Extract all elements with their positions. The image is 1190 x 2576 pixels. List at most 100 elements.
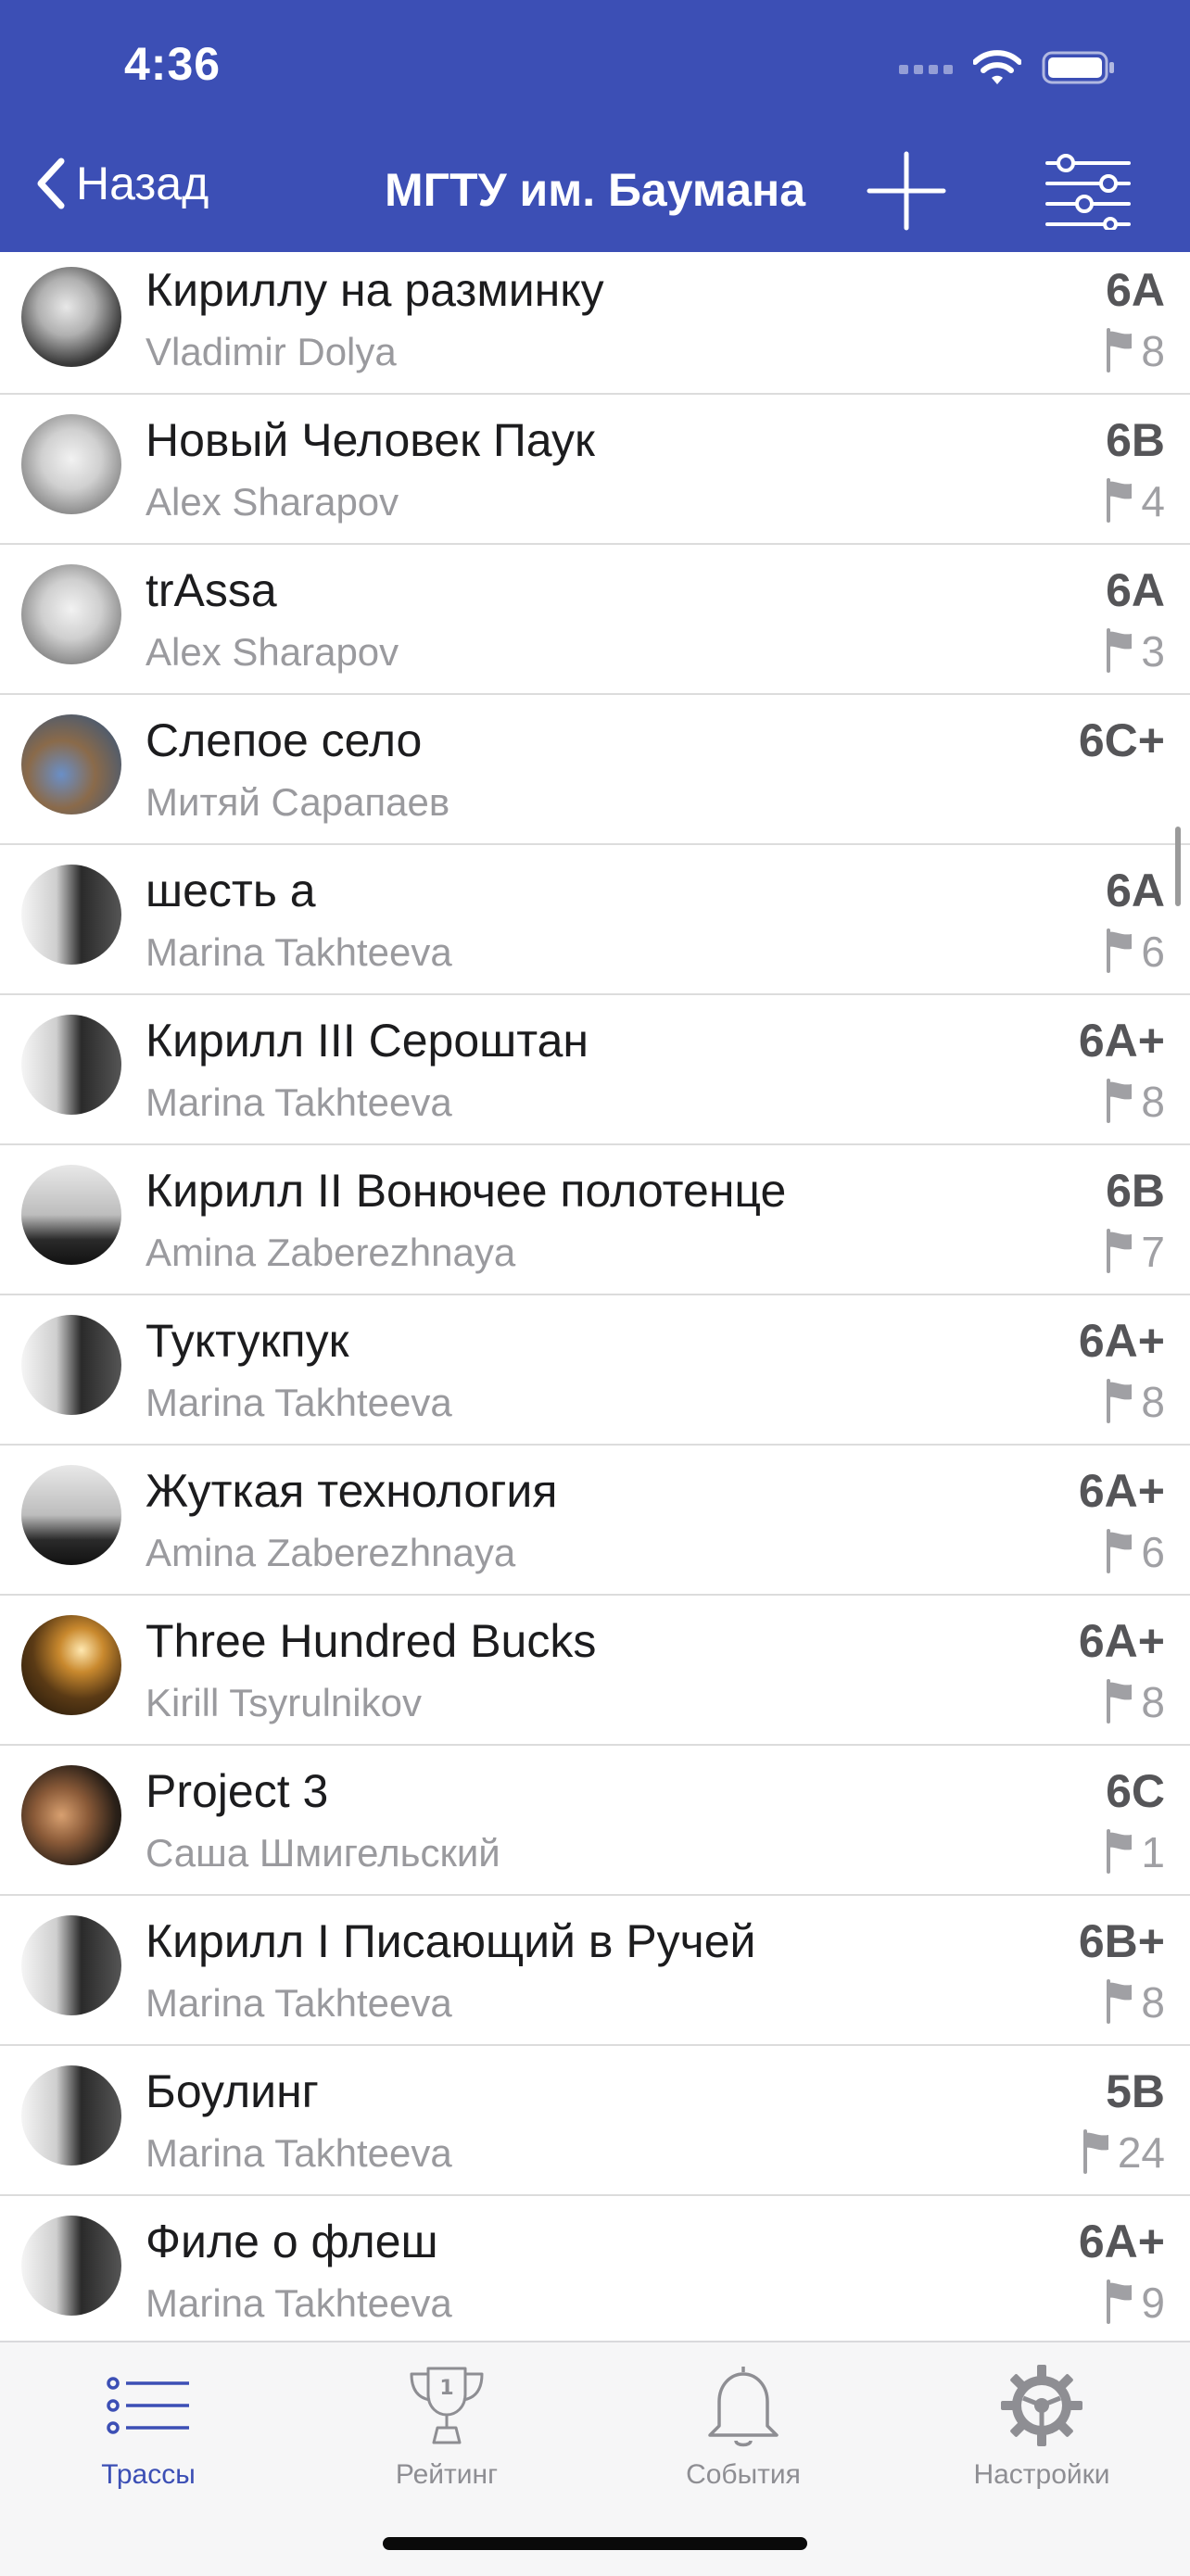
add-route-button[interactable] (866, 150, 947, 232)
route-grade: 6B (1106, 414, 1165, 466)
route-row[interactable]: Новый Человек Паук Alex Sharapov 6B 4 (0, 395, 1190, 545)
route-name: шесть а (146, 865, 316, 916)
author-avatar (21, 865, 121, 965)
route-author: Саша Шмигельский (146, 1831, 500, 1875)
back-button[interactable]: Назад (33, 156, 209, 211)
flag-count: 7 (1141, 1228, 1165, 1276)
tab-routes[interactable]: Трассы (37, 2361, 260, 2509)
author-avatar (21, 714, 121, 814)
tab-settings[interactable]: Настройки (930, 2361, 1153, 2509)
route-author: Митяй Сарапаев (146, 780, 450, 824)
flag-count: 8 (1141, 1978, 1165, 2027)
author-avatar (21, 2216, 121, 2316)
route-row[interactable]: Кирилл II Вонючее полотенце Amina Zabere… (0, 1145, 1190, 1295)
flag-count: 24 (1117, 2128, 1165, 2177)
author-avatar (21, 2065, 121, 2166)
flag-icon (1107, 478, 1133, 523)
author-avatar (21, 267, 121, 367)
route-author: Marina Takhteeva (146, 1080, 452, 1124)
route-name: Новый Человек Паук (146, 414, 595, 466)
flag-icon (1107, 2279, 1133, 2324)
route-row[interactable]: Боулинг Marina Takhteeva 5B 24 (0, 2046, 1190, 2196)
routes-list[interactable]: Кириллу на разминку Vladimir Dolya 6A 8 … (0, 252, 1190, 2341)
route-flags: 4 (1104, 478, 1165, 523)
back-label: Назад (76, 158, 209, 209)
scroll-indicator[interactable] (1175, 827, 1181, 906)
route-grade: 6B (1106, 1165, 1165, 1217)
route-row[interactable]: Three Hundred Bucks Kirill Tsyrulnikov 6… (0, 1596, 1190, 1746)
battery-icon (1042, 51, 1114, 84)
flag-count: 3 (1141, 627, 1165, 676)
tab-label: Настройки (973, 2459, 1110, 2490)
author-avatar (21, 1915, 121, 2015)
route-flags: 8 (1104, 328, 1165, 373)
chevron-left-icon (37, 158, 65, 209)
route-name: Кирилл III Сероштан (146, 1015, 589, 1067)
flag-count: 4 (1141, 477, 1165, 525)
trophy-icon: 1 (410, 2367, 484, 2444)
route-name: Слепое село (146, 714, 423, 766)
flag-icon (1107, 928, 1133, 973)
route-row[interactable]: Жуткая технология Amina Zaberezhnaya 6A+… (0, 1446, 1190, 1596)
route-name: Three Hundred Bucks (146, 1615, 597, 1667)
route-row[interactable]: Кирилл I Писающий в Ручей Marina Takhtee… (0, 1896, 1190, 2046)
flag-icon (1107, 628, 1133, 673)
route-author: Marina Takhteeva (146, 1981, 452, 2025)
route-author: Marina Takhteeva (146, 2131, 452, 2175)
wifi-icon (973, 50, 1021, 84)
filter-sliders-icon[interactable] (1044, 154, 1133, 230)
author-avatar (21, 1315, 121, 1415)
route-author: Marina Takhteeva (146, 2281, 452, 2325)
route-row[interactable]: Филе о флеш Marina Takhteeva 6A+ 9 (0, 2196, 1190, 2341)
status-time: 4:36 (124, 38, 222, 90)
route-name: Project 3 (146, 1765, 329, 1817)
route-author: Alex Sharapov (146, 480, 399, 524)
route-name: Боулинг (146, 2065, 319, 2117)
navigation-bar: 4:36 Назад МГТУ им. Баумана (0, 0, 1190, 252)
author-avatar (21, 414, 121, 514)
bell-icon (708, 2367, 779, 2447)
tab-label: События (686, 2459, 801, 2490)
flag-count: 8 (1141, 1678, 1165, 1726)
route-grade: 6A (1106, 564, 1165, 616)
tab-rating[interactable]: 1 Рейтинг (335, 2361, 558, 2509)
route-row[interactable]: Project 3 Саша Шмигельский 6C 1 (0, 1746, 1190, 1896)
tab-events[interactable]: События (632, 2361, 855, 2509)
route-author: Marina Takhteeva (146, 1381, 452, 1424)
cellular-signal-icon (899, 65, 953, 74)
route-row[interactable]: trAssa Alex Sharapov 6A 3 (0, 545, 1190, 695)
route-grade: 6C+ (1078, 714, 1165, 766)
route-grade: 6A+ (1078, 1315, 1165, 1367)
author-avatar (21, 1015, 121, 1115)
tab-label: Трассы (101, 2459, 196, 2490)
list-icon (107, 2377, 189, 2434)
route-flags: 24 (1081, 2129, 1165, 2174)
flag-count: 9 (1141, 2279, 1165, 2327)
route-row[interactable]: Туктукпук Marina Takhteeva 6A+ 8 (0, 1295, 1190, 1446)
route-row[interactable]: шесть а Marina Takhteeva 6A 6 (0, 845, 1190, 995)
flag-icon (1107, 328, 1133, 373)
route-grade: 6A+ (1078, 1465, 1165, 1517)
route-grade: 5B (1106, 2065, 1165, 2117)
route-name: Филе о флеш (146, 2216, 438, 2267)
flag-count: 1 (1141, 1828, 1165, 1876)
route-row[interactable]: Кириллу на разминку Vladimir Dolya 6A 8 (0, 252, 1190, 395)
status-icons (899, 44, 1116, 91)
svg-text:1: 1 (439, 2377, 453, 2400)
author-avatar (21, 1765, 121, 1865)
flag-icon (1082, 2129, 1108, 2174)
route-grade: 6B+ (1078, 1915, 1165, 1967)
route-flags: 8 (1104, 1979, 1165, 2024)
route-author: Marina Takhteeva (146, 930, 452, 974)
flag-icon (1107, 1979, 1133, 2024)
flag-count: 8 (1141, 1378, 1165, 1426)
flag-count: 6 (1141, 1528, 1165, 1576)
route-row[interactable]: Слепое село Митяй Сарапаев 6C+ (0, 695, 1190, 845)
route-name: Туктукпук (146, 1315, 349, 1367)
route-grade: 6A+ (1078, 2216, 1165, 2267)
route-row[interactable]: Кирилл III Сероштан Marina Takhteeva 6A+… (0, 995, 1190, 1145)
route-author: Vladimir Dolya (146, 330, 397, 373)
flag-count: 6 (1141, 928, 1165, 976)
tab-label: Рейтинг (395, 2459, 499, 2490)
route-flags: 6 (1104, 928, 1165, 973)
